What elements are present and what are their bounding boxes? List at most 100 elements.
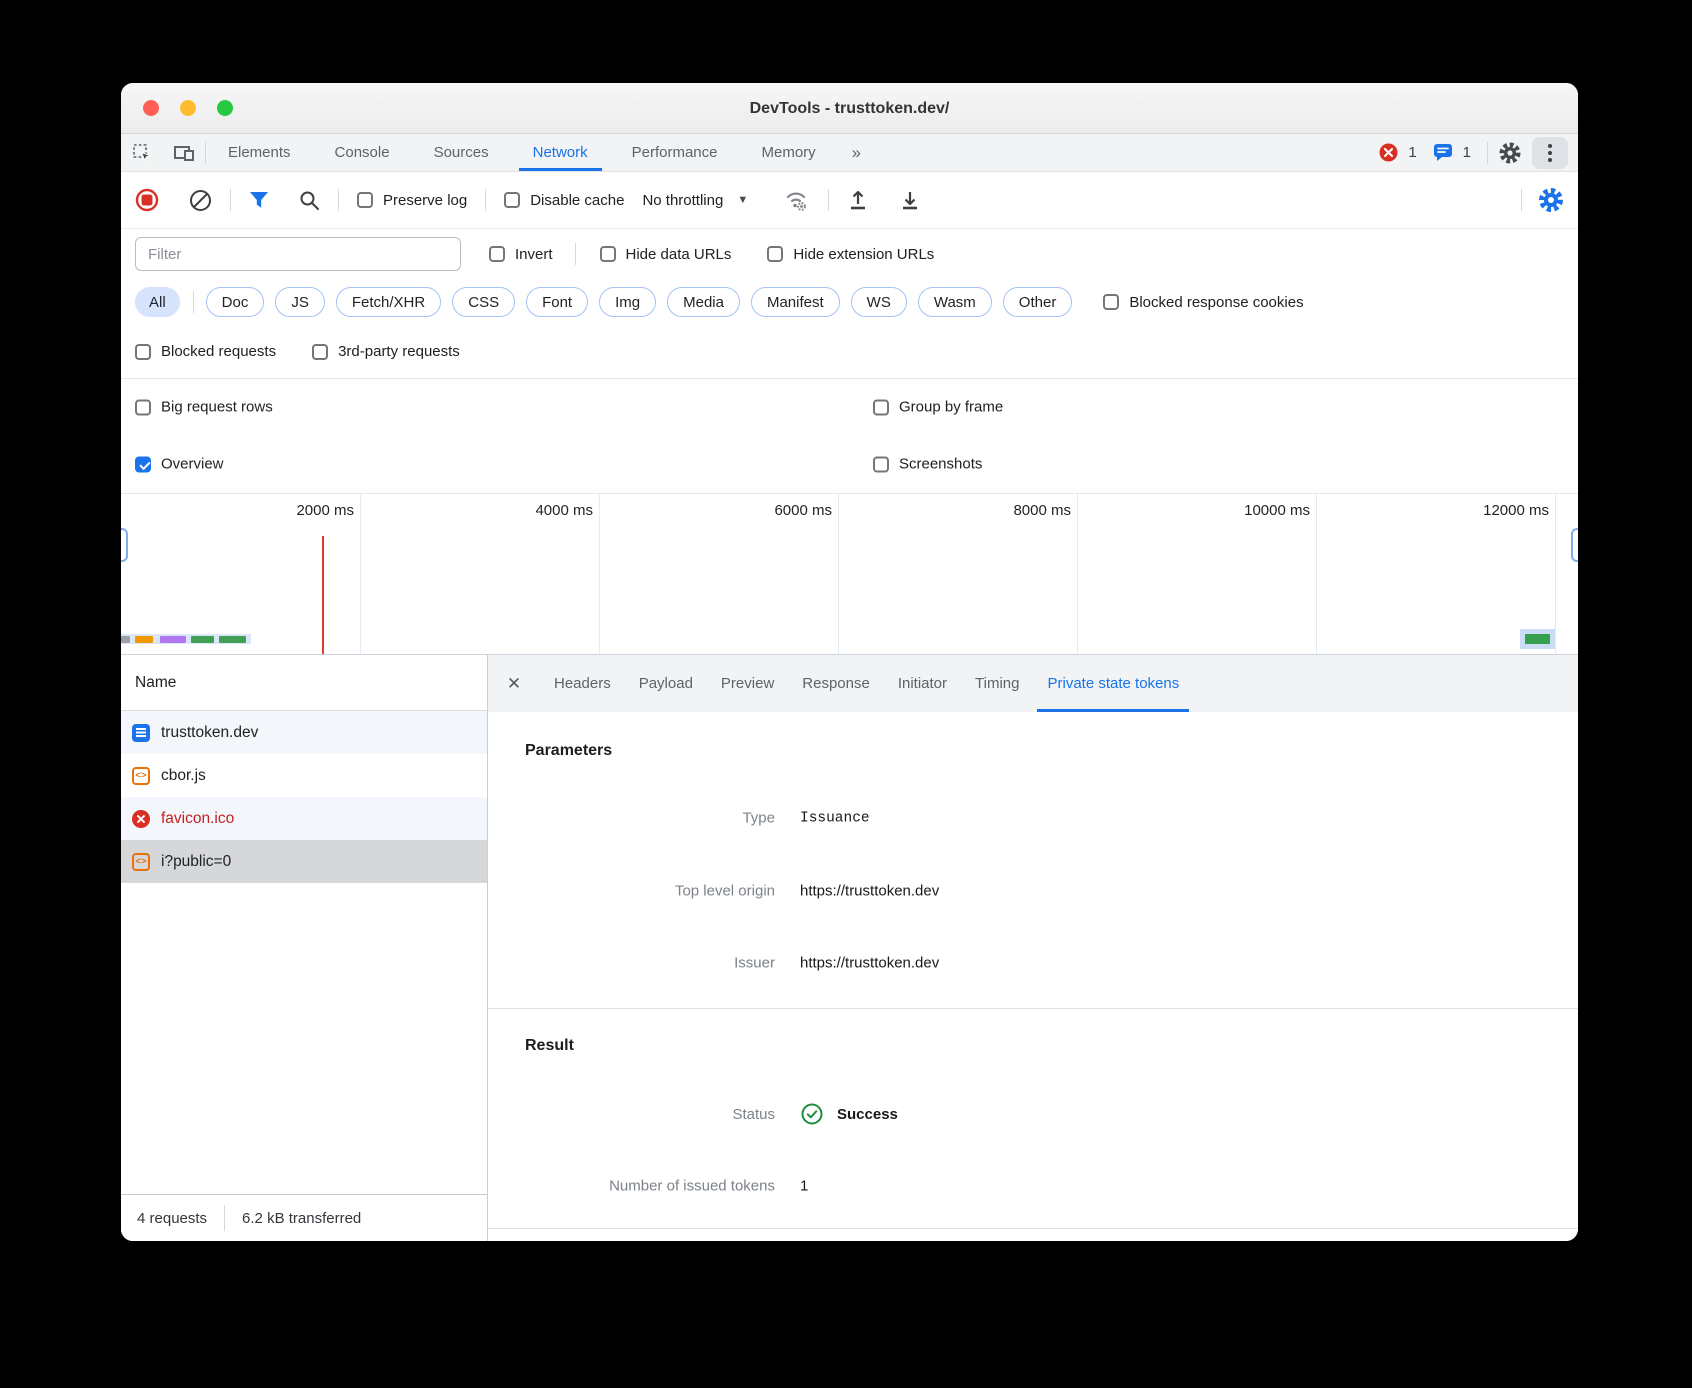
divider — [485, 189, 486, 211]
blocked-response-cookies-label: Blocked response cookies — [1129, 294, 1303, 311]
title-bar: DevTools - trusttoken.dev/ — [121, 83, 1578, 134]
name-column-header: Name — [135, 674, 176, 692]
divider — [224, 1205, 225, 1231]
detail-row-top-level-origin: Top level originhttps://trusttoken.dev — [488, 883, 1578, 900]
tab-performance[interactable]: Performance — [610, 134, 740, 171]
details-tab-preview[interactable]: Preview — [707, 655, 788, 712]
settings-gear-icon[interactable] — [1498, 141, 1522, 165]
filter-pill-js[interactable]: JS — [275, 287, 325, 317]
filter-pill-css[interactable]: CSS — [452, 287, 515, 317]
divider — [338, 189, 339, 211]
error-count-icon[interactable] — [1379, 143, 1398, 162]
filter-pill-manifest[interactable]: Manifest — [751, 287, 840, 317]
filter-pill-doc[interactable]: Doc — [206, 287, 265, 317]
record-network-log-button[interactable] — [135, 188, 159, 212]
details-tab-initiator[interactable]: Initiator — [884, 655, 961, 712]
more-tabs-icon[interactable]: ›› — [838, 134, 873, 171]
tab-elements[interactable]: Elements — [206, 134, 313, 171]
network-overview-timeline[interactable]: 2000 ms4000 ms6000 ms8000 ms10000 ms1200… — [121, 493, 1578, 655]
blocked-requests-checkbox[interactable]: Blocked requests — [135, 343, 276, 360]
overview-request-segment — [191, 636, 214, 643]
filter-input[interactable] — [135, 237, 461, 271]
network-conditions-icon[interactable] — [784, 188, 810, 212]
detail-label: Type — [488, 810, 775, 827]
success-check-icon — [800, 1102, 824, 1126]
blocked-response-cookies-checkbox[interactable]: Blocked response cookies — [1103, 294, 1303, 311]
customize-devtools-button[interactable] — [1532, 137, 1568, 169]
tab-sources[interactable]: Sources — [412, 134, 511, 171]
details-tab-bar: ✕ HeadersPayloadPreviewResponseInitiator… — [488, 655, 1578, 712]
overview-right-handle[interactable] — [1571, 528, 1578, 562]
transferred-size: 6.2 kB transferred — [242, 1210, 361, 1227]
request-row-i-public-0[interactable]: <>i?public=0 — [121, 840, 487, 883]
screenshots-checkbox[interactable]: Screenshots — [873, 456, 982, 473]
third-party-requests-label: 3rd-party requests — [338, 343, 460, 360]
network-filter-row: Invert Hide data URLs Hide extension URL… — [121, 229, 1578, 279]
filter-pill-other[interactable]: Other — [1003, 287, 1073, 317]
private-state-tokens-panel: ParametersTypeIssuanceTop level originht… — [488, 712, 1578, 1241]
disable-cache-checkbox[interactable]: Disable cache — [504, 192, 624, 209]
tab-network[interactable]: Network — [511, 134, 610, 171]
dropdown-caret-icon: ▼ — [737, 194, 748, 206]
blocked-requests-label: Blocked requests — [161, 343, 276, 360]
detail-label: Number of issued tokens — [488, 1178, 775, 1195]
inspect-element-icon[interactable] — [121, 134, 163, 171]
request-row-cbor-js[interactable]: <>cbor.js — [121, 754, 487, 797]
screenshots-label: Screenshots — [899, 456, 982, 473]
request-table-header[interactable]: Name — [121, 655, 487, 711]
big-request-rows-label: Big request rows — [161, 399, 273, 416]
details-tab-headers[interactable]: Headers — [540, 655, 625, 712]
document-icon — [132, 724, 150, 742]
details-tab-response[interactable]: Response — [788, 655, 884, 712]
issues-count: 1 — [1463, 144, 1471, 161]
filter-pill-media[interactable]: Media — [667, 287, 740, 317]
hide-data-urls-label: Hide data URLs — [626, 246, 732, 263]
search-icon[interactable] — [299, 190, 320, 211]
issues-count-icon[interactable] — [1433, 143, 1453, 162]
overview-left-handle[interactable] — [121, 528, 128, 562]
hide-data-urls-checkbox[interactable]: Hide data URLs — [600, 246, 732, 263]
filter-pill-img[interactable]: Img — [599, 287, 656, 317]
divider — [230, 189, 231, 211]
error-icon — [132, 810, 150, 828]
details-tab-payload[interactable]: Payload — [625, 655, 707, 712]
detail-label: Status — [488, 1106, 775, 1123]
throttling-dropdown[interactable]: No throttling ▼ — [642, 192, 748, 209]
view-options-row-2: Overview Screenshots — [121, 435, 1578, 493]
import-har-icon[interactable] — [847, 189, 869, 211]
filter-pill-font[interactable]: Font — [526, 287, 588, 317]
detail-value: https://trusttoken.dev — [800, 955, 939, 972]
big-request-rows-checkbox[interactable]: Big request rows — [135, 399, 273, 416]
device-toolbar-icon[interactable] — [163, 134, 205, 171]
preserve-log-checkbox[interactable]: Preserve log — [357, 192, 467, 209]
filter-pill-all[interactable]: All — [135, 287, 180, 317]
filter-pill-ws[interactable]: WS — [851, 287, 907, 317]
third-party-requests-checkbox[interactable]: 3rd-party requests — [312, 343, 460, 360]
divider — [1521, 189, 1522, 211]
filter-toggle-icon[interactable] — [249, 191, 269, 209]
clear-network-log-button[interactable] — [189, 189, 212, 212]
request-row-trusttoken-dev[interactable]: trusttoken.dev — [121, 711, 487, 754]
detail-label: Issuer — [488, 955, 775, 972]
overview-checkbox[interactable]: Overview — [135, 456, 224, 473]
overview-request-segment — [121, 636, 130, 643]
network-status-bar: 4 requests 6.2 kB transferred — [121, 1194, 487, 1241]
request-type-filters: All Doc JS Fetch/XHR CSS Font Img Media Manifest… — [121, 279, 1578, 325]
group-by-frame-checkbox[interactable]: Group by frame — [873, 399, 1003, 416]
timeline-gridline — [360, 494, 361, 654]
details-tab-timing[interactable]: Timing — [961, 655, 1033, 712]
filter-pill-fetch-xhr[interactable]: Fetch/XHR — [336, 287, 441, 317]
invert-checkbox[interactable]: Invert — [489, 246, 553, 263]
request-row-favicon-ico[interactable]: favicon.ico — [121, 797, 487, 840]
filter-pill-wasm[interactable]: Wasm — [918, 287, 992, 317]
timeline-gridline — [1077, 494, 1078, 654]
close-details-button[interactable]: ✕ — [488, 655, 540, 712]
tab-memory[interactable]: Memory — [740, 134, 838, 171]
tab-console[interactable]: Console — [313, 134, 412, 171]
overview-request-segment — [219, 636, 246, 643]
details-tab-private-state-tokens[interactable]: Private state tokens — [1033, 655, 1193, 712]
network-settings-gear-icon[interactable] — [1538, 187, 1564, 213]
export-har-icon[interactable] — [899, 189, 921, 211]
hide-extension-urls-checkbox[interactable]: Hide extension URLs — [767, 246, 934, 263]
timeline-tick-label: 10000 ms — [1244, 502, 1310, 519]
